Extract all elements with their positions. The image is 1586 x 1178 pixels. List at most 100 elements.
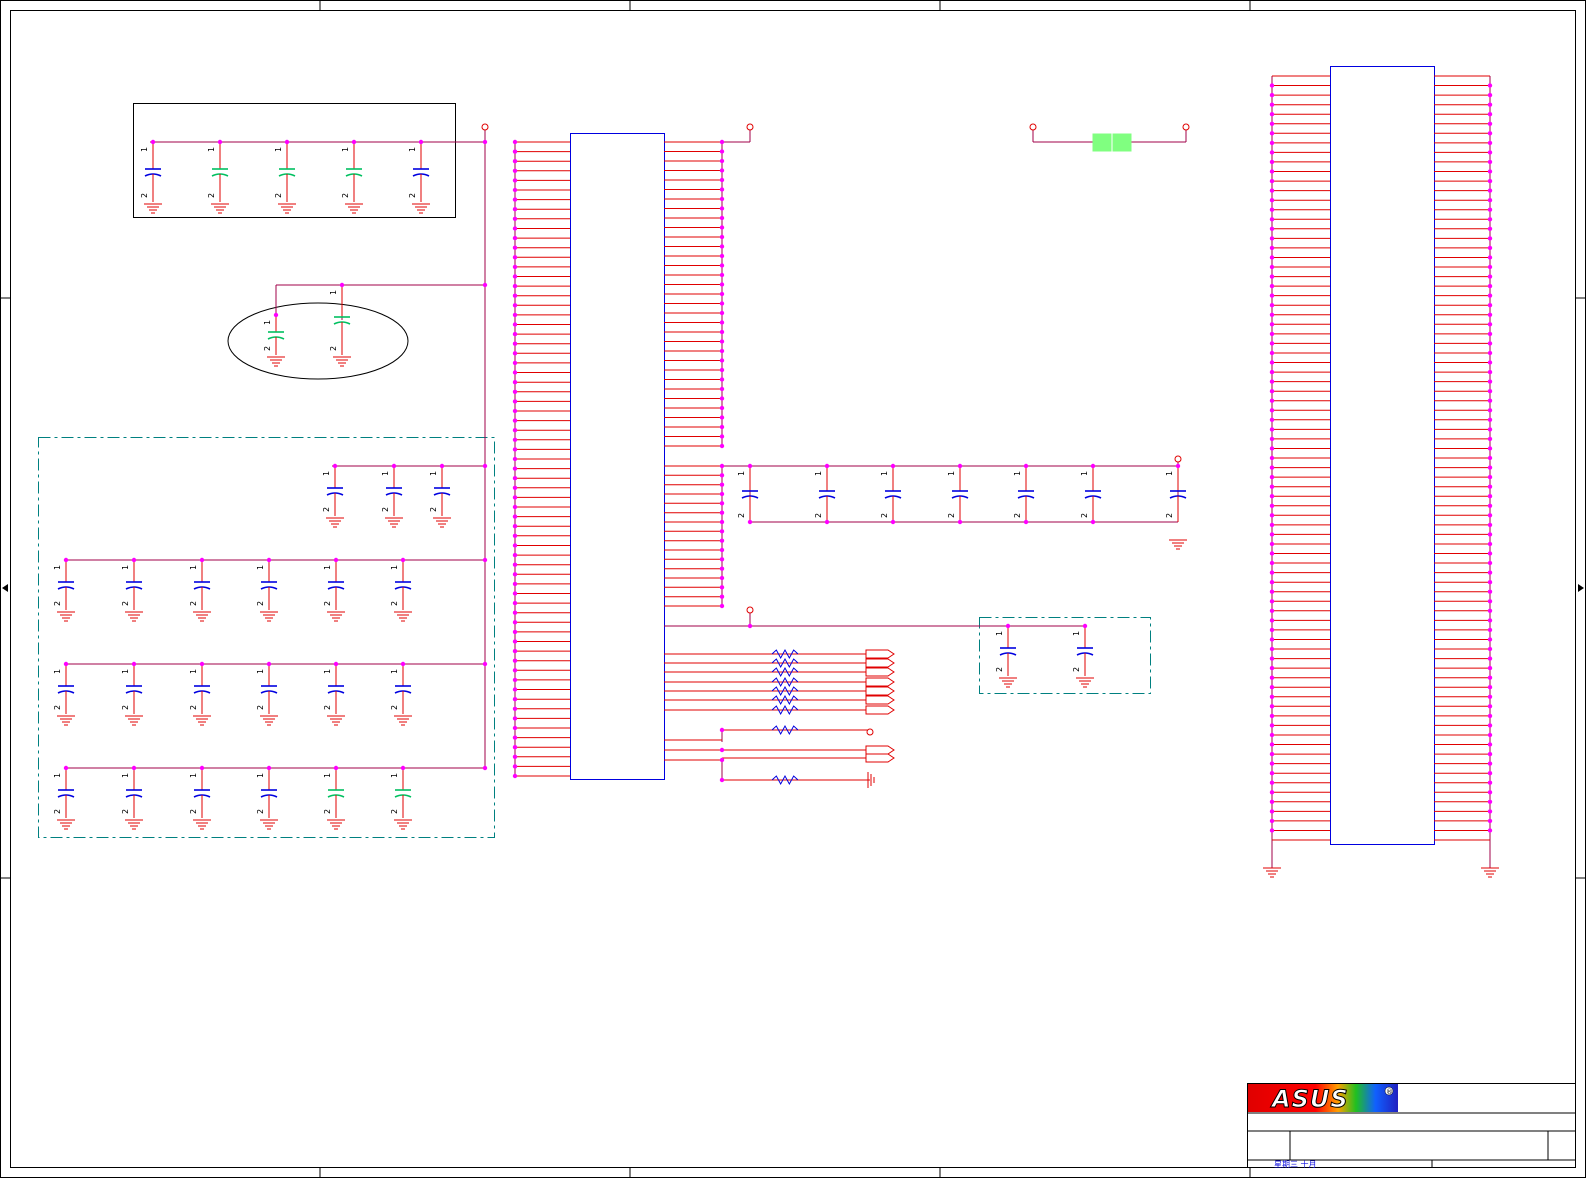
pin-number: 1 — [390, 773, 399, 778]
junction-dot — [1269, 627, 1275, 633]
schematic-sheet: 1212121212121212121212121212121212121212… — [0, 0, 1586, 1178]
junction-dot — [719, 377, 725, 382]
sheet-border-arrows — [2, 584, 1584, 592]
junction-dot — [719, 566, 725, 571]
junction-dot — [1487, 312, 1493, 317]
junction-dot — [1269, 790, 1275, 795]
junction-dot — [1269, 264, 1275, 270]
junction-dot — [1269, 312, 1275, 317]
ground-icon — [260, 819, 278, 830]
junction-dot — [512, 428, 518, 433]
junction-dot — [1023, 519, 1029, 525]
junction-dot — [512, 293, 518, 298]
pin-number: 2 — [121, 601, 130, 606]
junction-dot — [512, 437, 518, 442]
junction-dot — [150, 139, 156, 145]
junction-dot — [1487, 474, 1493, 480]
junction-dot — [1487, 790, 1493, 795]
junction-dot — [1269, 723, 1275, 728]
junction-dot — [719, 405, 725, 411]
capacitor-icon: 12 — [323, 768, 345, 830]
junction-dot — [266, 661, 272, 667]
junction-dot — [400, 557, 406, 563]
junction-dot — [512, 312, 518, 318]
junction-dot — [719, 139, 725, 145]
pin-number: 1 — [408, 147, 417, 152]
power-node-icon — [746, 606, 754, 614]
port-arrow-icon — [865, 658, 895, 668]
junction-dot — [1487, 102, 1493, 107]
pin-number: 1 — [322, 471, 331, 476]
capacitor-icon: 12 — [256, 768, 278, 830]
junction-dot — [1269, 665, 1275, 671]
junction-dot — [1269, 637, 1275, 642]
capacitor-icon: 12 — [1080, 466, 1102, 522]
pin-number: 2 — [256, 705, 265, 710]
junction-dot — [1269, 599, 1275, 604]
junction-dot — [1269, 131, 1275, 136]
junction-dot — [1269, 436, 1275, 442]
junction-dot — [512, 754, 518, 759]
junction-dot — [719, 168, 725, 173]
power-node-icon — [1182, 123, 1190, 131]
junction-dot — [1269, 350, 1275, 356]
junction-dot — [1487, 92, 1493, 98]
ic-right-pins — [664, 141, 870, 781]
junction-dot — [719, 244, 725, 249]
junction-dot — [890, 519, 896, 525]
junction-dot — [719, 747, 725, 753]
junction-dot — [1487, 570, 1493, 575]
junction-dot — [199, 765, 205, 771]
junction-dot — [747, 463, 753, 469]
junction-dot — [1269, 455, 1275, 461]
junction-dot — [1269, 112, 1275, 117]
junction-dot — [719, 177, 725, 183]
pin-number: 1 — [121, 669, 130, 674]
junction-dot — [1487, 264, 1493, 270]
port-arrow-icon — [865, 695, 895, 705]
junction-dot — [1487, 560, 1493, 566]
junction-dot — [512, 658, 518, 663]
ground-icon — [326, 517, 344, 528]
pin-number: 2 — [322, 507, 331, 512]
ferrite-bead-icon — [1092, 133, 1132, 152]
junction-dot — [1487, 245, 1493, 251]
junction-dot — [333, 661, 339, 667]
junction-dot — [1269, 465, 1275, 470]
decoupling-box-top — [133, 103, 456, 218]
junction-dot — [512, 485, 518, 490]
junction-dot — [512, 389, 518, 394]
junction-dot — [719, 547, 725, 553]
junction-dot — [719, 415, 725, 420]
junction-dot — [1487, 198, 1493, 203]
junction-dot — [351, 139, 357, 145]
ground-icon — [193, 611, 211, 622]
power-node-icon — [866, 728, 874, 736]
junction-dot — [719, 225, 725, 230]
junction-dot — [1269, 83, 1275, 88]
junction-dot — [1487, 274, 1493, 279]
junction-dot — [1487, 513, 1493, 518]
resistor-array — [771, 648, 895, 788]
highlight-ellipse — [227, 302, 409, 380]
junction-dot — [512, 495, 518, 500]
ground-icon — [333, 356, 351, 367]
dashed-group-left — [38, 437, 495, 838]
junction-dot — [512, 533, 518, 538]
capacitor-icon: 12 — [408, 142, 430, 214]
junction-dot — [719, 367, 725, 373]
junction-dot — [1269, 188, 1275, 193]
junction-dot — [719, 301, 725, 306]
junction-dot — [512, 639, 518, 644]
junction-dot — [719, 501, 725, 506]
pin-number: 2 — [53, 809, 62, 814]
junction-dot — [512, 706, 518, 711]
junction-dot — [512, 399, 518, 404]
junction-dot — [719, 510, 725, 515]
pin-number: 1 — [329, 290, 338, 295]
ground-icon — [327, 611, 345, 622]
power-node-icon — [1174, 455, 1182, 463]
junction-dot — [957, 519, 963, 525]
capacitor-array: 1212121212121212121212121212121212121212… — [53, 142, 1187, 830]
junction-dot — [1487, 599, 1493, 604]
